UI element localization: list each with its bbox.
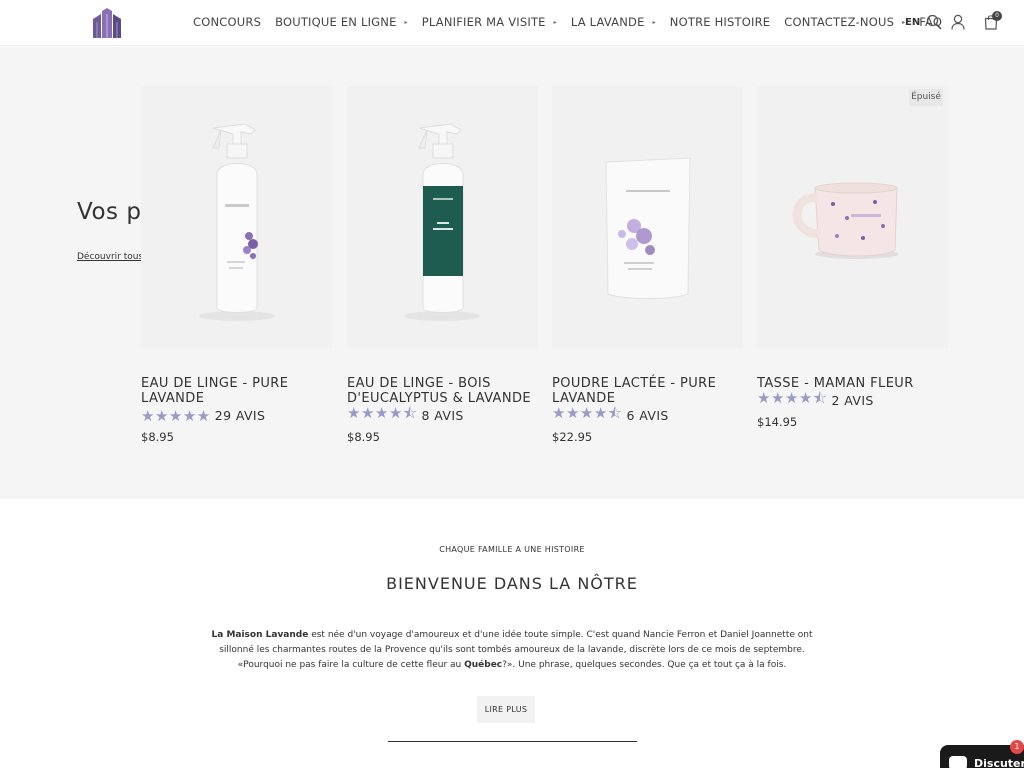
star-rating-icon: ★★★★⯪ [347,404,418,422]
search-icon[interactable] [926,14,942,30]
product-rating[interactable]: ★★★★★ 29 AVIS [141,406,332,425]
star-rating-icon: ★★★★⯪ [552,404,623,422]
review-count: 29 AVIS [214,408,266,423]
star-rating-icon: ★★★★★ [141,406,211,425]
about-text-part: ?». Une phrase, quelques secondes. Que ç… [502,660,787,670]
chat-label: Discuter [974,757,1024,768]
nav-item-label: PLANIFIER MA VISITE [421,15,546,29]
nav-item-label: CONCOURS [193,15,262,29]
product-image[interactable] [757,86,948,348]
product-image[interactable] [552,86,743,348]
product-price: $8.95 [141,430,174,444]
star-rating-icon: ★★★★⯪ [757,389,828,407]
nav-item-label: CONTACTEZ-NOUS [784,15,895,29]
product-card[interactable]: EAU DE LINGE - PURE LAVANDE ★★★★★ 29 AVI… [141,86,332,444]
about-text: La Maison Lavande est née d'un voyage d'… [200,628,824,673]
chat-bubble-icon [949,756,967,768]
account-icon[interactable] [950,14,966,30]
nav-item-planifier[interactable]: PLANIFIER MA VISITE ▸ [422,15,557,29]
logo-icon[interactable] [92,8,122,38]
powder-pouch-image [605,157,691,299]
product-name[interactable]: EAU DE LINGE - BOIS D'EUCALYPTUS & LAVAN… [347,376,538,406]
product-price: $8.95 [347,430,380,444]
nav-item-label: LA LAVANDE [570,15,645,29]
brand-name: La Maison Lavande [211,630,309,640]
nav-item-boutique[interactable]: BOUTIQUE EN LIGNE ▸ [275,15,408,29]
cart-count-badge: 0 [992,11,1002,21]
product-name[interactable]: POUDRE LACTÉE - PURE LAVANDE [552,376,743,406]
nav-item-label: NOTRE HISTOIRE [669,15,771,29]
about-eyebrow: CHAQUE FAMILLE A UNE HISTOIRE [439,545,585,554]
review-count: 6 AVIS [626,408,669,423]
spray-bottle-image [404,123,480,321]
product-card[interactable]: POUDRE LACTÉE - PURE LAVANDE ★★★★⯪ 6 AVI… [552,86,743,444]
sold-out-badge: Épuisé [909,89,943,106]
language-switch[interactable]: EN [905,17,920,28]
nav-item-lavande[interactable]: LA LAVANDE ▸ [571,15,656,29]
main-nav: CONCOURS BOUTIQUE EN LIGNE ▸ PLANIFIER M… [193,15,956,29]
site-header: CONCOURS BOUTIQUE EN LIGNE ▸ PLANIFIER M… [0,0,1024,46]
product-name[interactable]: EAU DE LINGE - PURE LAVANDE [141,376,332,406]
caret-right-icon: ▸ [652,18,656,26]
product-rating[interactable]: ★★★★⯪ 2 AVIS [757,389,948,409]
product-price: $22.95 [552,430,593,444]
product-price: $14.95 [757,415,798,429]
mug-image [792,182,899,259]
nav-item-label: BOUTIQUE EN LIGNE [275,15,397,29]
nav-item-concours[interactable]: CONCOURS [193,15,261,29]
review-count: 2 AVIS [831,393,874,408]
spray-bottle-image [199,123,275,321]
caret-right-icon: ▸ [553,18,557,26]
place-name: Québec [464,660,503,670]
product-card[interactable]: EAU DE LINGE - BOIS D'EUCALYPTUS & LAVAN… [347,86,538,444]
caret-right-icon: ▸ [404,18,408,26]
product-rating[interactable]: ★★★★⯪ 6 AVIS [552,404,743,424]
chat-notification-badge: 1 [1010,740,1024,754]
product-image[interactable] [141,86,332,348]
product-rating[interactable]: ★★★★⯪ 8 AVIS [347,404,538,424]
nav-item-contact[interactable]: CONTACTEZ-NOUS ▸ [784,15,905,29]
nav-item-histoire[interactable]: NOTRE HISTOIRE [670,15,770,29]
about-title: BIENVENUE DANS LA NÔTRE [386,574,638,593]
product-card[interactable]: TASSE - MAMAN FLEUR ★★★★⯪ 2 AVIS $14.95 [757,86,948,429]
review-count: 8 AVIS [421,408,464,423]
product-image[interactable] [347,86,538,348]
read-more-button[interactable]: LIRE PLUS [477,696,535,723]
divider [388,741,637,742]
